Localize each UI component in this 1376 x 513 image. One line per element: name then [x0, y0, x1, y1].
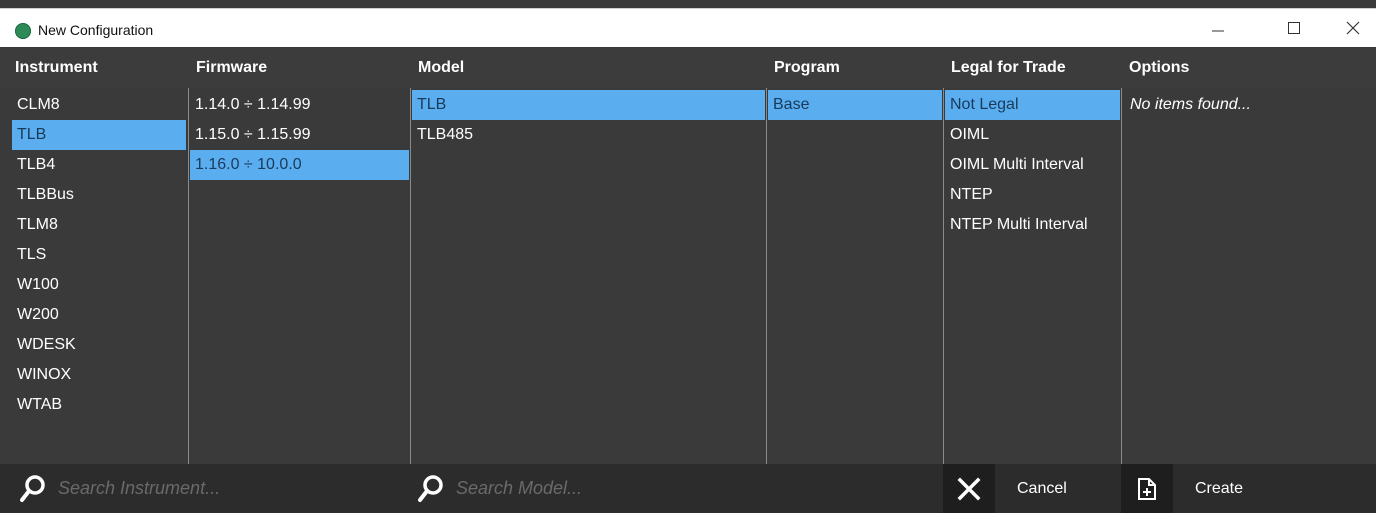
- search-instrument: [0, 464, 410, 513]
- instrument-list-item[interactable]: CLM8: [12, 90, 186, 120]
- legal-for-trade-list: Not Legal OIML OIML Multi Interval NTEP NTEP…: [943, 88, 1121, 464]
- column-header-row: Instrument Firmware Model Program Legal …: [0, 48, 1376, 88]
- instrument-list-item[interactable]: W200: [12, 300, 186, 330]
- minimize-button[interactable]: [1195, 9, 1241, 47]
- legal-list-item[interactable]: OIML Multi Interval: [945, 150, 1120, 180]
- instrument-list-item[interactable]: TLS: [12, 240, 186, 270]
- legal-list-item[interactable]: NTEP: [945, 180, 1120, 210]
- instrument-list-item[interactable]: WTAB: [12, 390, 186, 420]
- new-file-icon: [1138, 477, 1156, 500]
- header-model: Model: [418, 59, 465, 76]
- minimize-icon: [1212, 30, 1224, 32]
- create-button[interactable]: Create: [1121, 464, 1376, 513]
- cancel-button-label: Cancel: [1017, 479, 1067, 497]
- instrument-list-item[interactable]: TLM8: [12, 210, 186, 240]
- program-list: Base: [766, 88, 943, 464]
- search-icon: [418, 474, 443, 502]
- selection-lists: CLM8 TLB TLB4 TLBBus TLM8 TLS W100 W200 WDESK WIN…: [0, 88, 1376, 464]
- firmware-list-item[interactable]: 1.14.0 ÷ 1.14.99: [190, 90, 409, 120]
- close-icon: [957, 477, 981, 500]
- maximize-button[interactable]: [1271, 9, 1317, 47]
- header-legal-for-trade: Legal for Trade: [951, 59, 1066, 76]
- instrument-list: CLM8 TLB TLB4 TLBBus TLM8 TLS W100 W200 WDESK WIN…: [10, 88, 188, 464]
- search-model-input[interactable]: [454, 477, 758, 500]
- maximize-icon: [1288, 22, 1300, 34]
- instrument-list-item[interactable]: TLB4: [12, 150, 186, 180]
- search-icon: [20, 474, 45, 502]
- cancel-button[interactable]: Cancel: [943, 464, 1121, 513]
- model-list: TLB TLB485: [410, 88, 766, 464]
- instrument-list-item[interactable]: TLB: [12, 120, 186, 150]
- search-model: [398, 464, 943, 513]
- header-program: Program: [774, 59, 840, 76]
- model-list-item[interactable]: TLB: [412, 90, 765, 120]
- search-instrument-input[interactable]: [56, 477, 360, 500]
- close-window-button[interactable]: [1330, 9, 1376, 47]
- header-firmware: Firmware: [196, 59, 268, 76]
- header-instrument: Instrument: [15, 59, 98, 76]
- legal-list-item[interactable]: Not Legal: [945, 90, 1120, 120]
- title-bar: New Configuration: [0, 8, 1376, 47]
- instrument-list-item[interactable]: WDESK: [12, 330, 186, 360]
- instrument-list-item[interactable]: WINOX: [12, 360, 186, 390]
- legal-list-item[interactable]: OIML: [945, 120, 1120, 150]
- close-icon: [1346, 21, 1360, 35]
- firmware-list-item[interactable]: 1.16.0 ÷ 10.0.0: [190, 150, 409, 180]
- legal-list-item[interactable]: NTEP Multi Interval: [945, 210, 1120, 240]
- instrument-list-item[interactable]: W100: [12, 270, 186, 300]
- options-list: No items found...: [1121, 88, 1376, 464]
- header-options: Options: [1129, 59, 1190, 76]
- program-list-item[interactable]: Base: [768, 90, 942, 120]
- instrument-list-item[interactable]: TLBBus: [12, 180, 186, 210]
- app-icon: [15, 23, 31, 39]
- model-list-item[interactable]: TLB485: [412, 120, 765, 150]
- options-empty-message: No items found...: [1130, 96, 1251, 113]
- firmware-list-item[interactable]: 1.15.0 ÷ 1.15.99: [190, 120, 409, 150]
- bottom-bar: Cancel Create: [0, 464, 1376, 513]
- window-title: New Configuration: [38, 22, 154, 38]
- firmware-list: 1.14.0 ÷ 1.14.99 1.15.0 ÷ 1.15.99 1.16.0 ÷…: [188, 88, 410, 464]
- create-button-label: Create: [1195, 479, 1244, 497]
